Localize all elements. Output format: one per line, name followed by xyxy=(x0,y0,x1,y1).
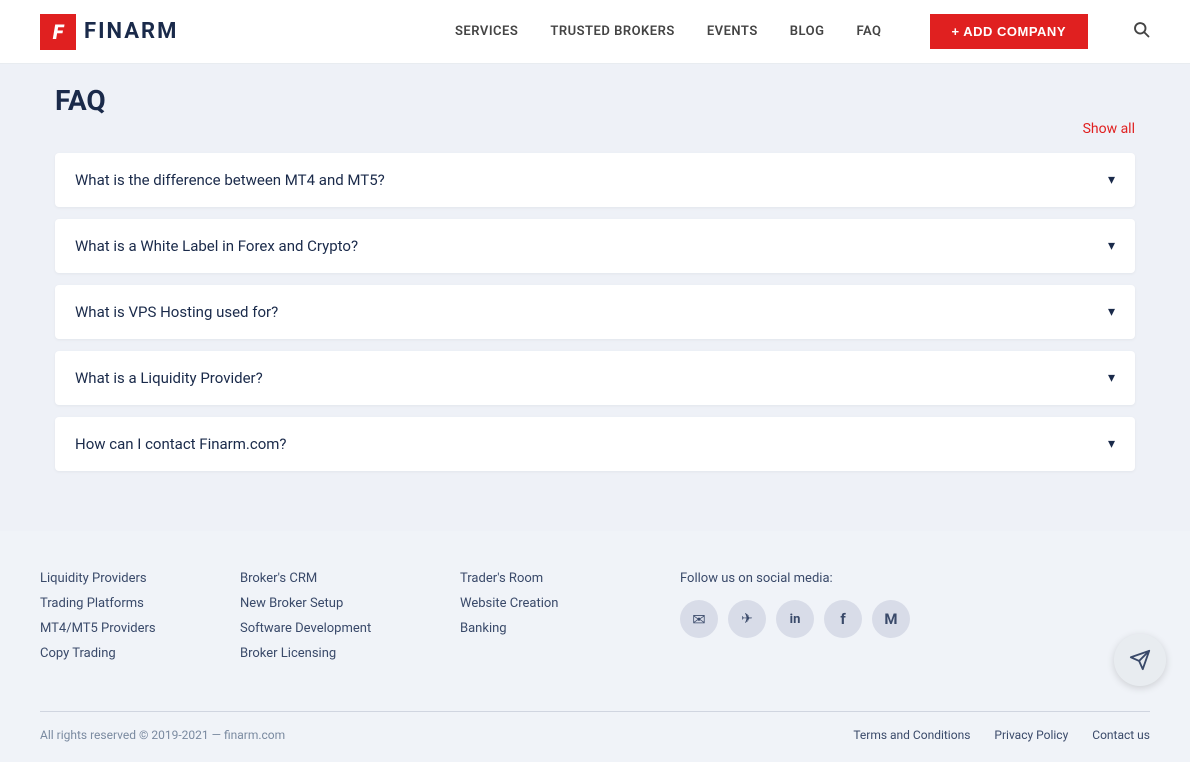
footer-bottom: All rights reserved © 2019-2021 — finarm… xyxy=(40,711,1150,742)
footer-link-banking[interactable]: Banking xyxy=(460,621,660,636)
footer-wrapper: Liquidity Providers Trading Platforms MT… xyxy=(0,531,1190,762)
footer-link-broker-licensing[interactable]: Broker Licensing xyxy=(240,646,440,661)
faq-question-2: What is a White Label in Forex and Crypt… xyxy=(75,237,358,255)
contact-link[interactable]: Contact us xyxy=(1092,728,1150,742)
footer-columns: Liquidity Providers Trading Platforms MT… xyxy=(40,571,1150,671)
footer-link-new-broker-setup[interactable]: New Broker Setup xyxy=(240,596,440,611)
facebook-icon[interactable]: f xyxy=(824,600,862,638)
footer-link-software-dev[interactable]: Software Development xyxy=(240,621,440,636)
main-content: FAQ Show all What is the difference betw… xyxy=(35,64,1155,471)
footer-link-copy-trading[interactable]: Copy Trading xyxy=(40,646,220,661)
logo-text: FINARM xyxy=(84,19,178,44)
faq-item-4[interactable]: What is a Liquidity Provider? ▾ xyxy=(55,351,1135,405)
footer-link-traders-room[interactable]: Trader's Room xyxy=(460,571,660,586)
footer: Liquidity Providers Trading Platforms MT… xyxy=(0,531,1190,762)
faq-item-2[interactable]: What is a White Label in Forex and Crypt… xyxy=(55,219,1135,273)
nav-services[interactable]: SERVICES xyxy=(455,24,518,39)
footer-bottom-links: Terms and Conditions Privacy Policy Cont… xyxy=(853,728,1150,742)
main-nav: SERVICES TRUSTED BROKERS EVENTS BLOG FAQ… xyxy=(455,14,1150,49)
page-title: FAQ xyxy=(55,84,1135,117)
footer-col-1: Liquidity Providers Trading Platforms MT… xyxy=(40,571,220,671)
faq-chevron-5: ▾ xyxy=(1108,436,1115,452)
faq-question-4: What is a Liquidity Provider? xyxy=(75,369,263,387)
footer-col-3: Trader's Room Website Creation Banking xyxy=(460,571,660,671)
footer-col-social: Follow us on social media: ✉ ✈ in f xyxy=(680,571,1150,671)
scroll-to-top-button[interactable] xyxy=(1114,634,1166,686)
header: F FINARM SERVICES TRUSTED BROKERS EVENTS… xyxy=(0,0,1190,64)
social-icons: ✉ ✈ in f M xyxy=(680,600,1150,638)
logo-icon: F xyxy=(40,14,76,50)
faq-list: What is the difference between MT4 and M… xyxy=(55,153,1135,471)
faq-question-3: What is VPS Hosting used for? xyxy=(75,303,278,321)
footer-link-website-creation[interactable]: Website Creation xyxy=(460,596,660,611)
footer-link-liquidity-providers[interactable]: Liquidity Providers xyxy=(40,571,220,586)
search-button[interactable] xyxy=(1132,20,1150,43)
email-icon[interactable]: ✉ xyxy=(680,600,718,638)
footer-link-brokers-crm[interactable]: Broker's CRM xyxy=(240,571,440,586)
nav-events[interactable]: EVENTS xyxy=(707,24,758,39)
faq-item-1[interactable]: What is the difference between MT4 and M… xyxy=(55,153,1135,207)
footer-link-mt4-mt5[interactable]: MT4/MT5 Providers xyxy=(40,621,220,636)
show-all-row: Show all xyxy=(55,121,1135,137)
faq-chevron-3: ▾ xyxy=(1108,304,1115,320)
show-all-link[interactable]: Show all xyxy=(1083,121,1135,137)
privacy-link[interactable]: Privacy Policy xyxy=(994,728,1068,742)
faq-chevron-2: ▾ xyxy=(1108,238,1115,254)
nav-trusted-brokers[interactable]: TRUSTED BROKERS xyxy=(550,24,674,39)
medium-icon[interactable]: M xyxy=(872,600,910,638)
terms-link[interactable]: Terms and Conditions xyxy=(853,728,970,742)
faq-item-3[interactable]: What is VPS Hosting used for? ▾ xyxy=(55,285,1135,339)
linkedin-icon[interactable]: in xyxy=(776,600,814,638)
faq-question-5: How can I contact Finarm.com? xyxy=(75,435,287,453)
faq-item-5[interactable]: How can I contact Finarm.com? ▾ xyxy=(55,417,1135,471)
social-heading: Follow us on social media: xyxy=(680,571,1150,586)
footer-col-2: Broker's CRM New Broker Setup Software D… xyxy=(240,571,440,671)
footer-link-trading-platforms[interactable]: Trading Platforms xyxy=(40,596,220,611)
add-company-button[interactable]: + ADD COMPANY xyxy=(930,14,1088,49)
faq-question-1: What is the difference between MT4 and M… xyxy=(75,171,385,189)
telegram-icon[interactable]: ✈ xyxy=(728,600,766,638)
faq-chevron-1: ▾ xyxy=(1108,172,1115,188)
logo[interactable]: F FINARM xyxy=(40,14,178,50)
nav-faq[interactable]: FAQ xyxy=(856,24,881,39)
faq-chevron-4: ▾ xyxy=(1108,370,1115,386)
nav-blog[interactable]: BLOG xyxy=(790,24,825,39)
copyright-text: All rights reserved © 2019-2021 — finarm… xyxy=(40,728,285,742)
